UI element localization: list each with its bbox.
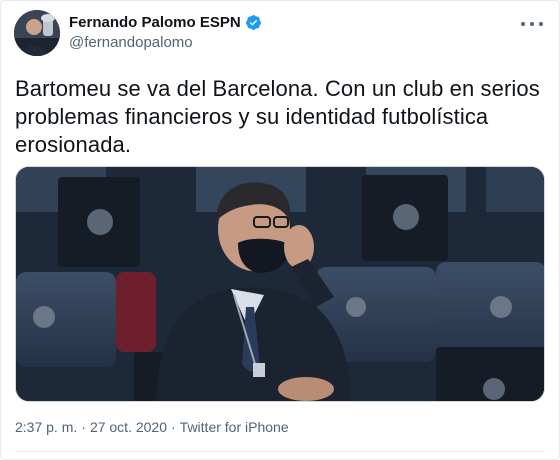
author-block: Fernando Palomo ESPN @fernandopalomo xyxy=(69,14,262,51)
author-display-name[interactable]: Fernando Palomo ESPN xyxy=(69,14,241,31)
verified-badge-icon xyxy=(245,14,262,31)
divider xyxy=(15,451,545,452)
meta-separator: · xyxy=(81,419,86,435)
tweet-text: Bartomeu se va del Barcelona. Con un clu… xyxy=(15,76,540,157)
tweet-meta: 2:37 p. m. · 27 oct. 2020 · Twitter for … xyxy=(15,419,289,435)
tweet-source[interactable]: Twitter for iPhone xyxy=(180,419,289,435)
author-handle[interactable]: @fernandopalomo xyxy=(69,34,262,51)
display-name-row: Fernando Palomo ESPN xyxy=(69,14,262,31)
author-avatar[interactable] xyxy=(14,10,60,56)
meta-separator-2: · xyxy=(171,419,176,435)
tweet-time[interactable]: 2:37 p. m. xyxy=(15,419,77,435)
more-options-icon[interactable] xyxy=(521,17,543,31)
photo-stadium-scene xyxy=(16,167,544,401)
tweet-photo[interactable] xyxy=(15,166,545,402)
tweet-card: Fernando Palomo ESPN @fernandopalomo Bar… xyxy=(0,0,560,460)
tweet-date[interactable]: 27 oct. 2020 xyxy=(90,419,167,435)
